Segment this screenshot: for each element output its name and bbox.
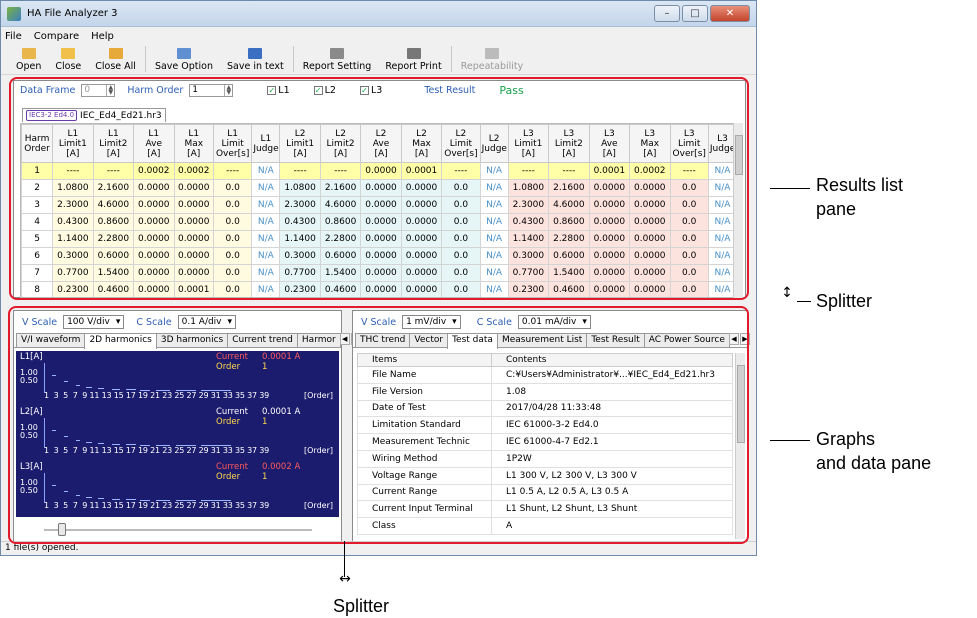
toolbar-separator (144, 46, 146, 72)
report-setting-button[interactable]: Report Setting (296, 48, 379, 72)
report-setting-icon (330, 48, 345, 59)
results-callout-label: Results list pane (816, 173, 903, 221)
save-in-text-button[interactable]: Save in text (220, 48, 291, 72)
maximize-button[interactable]: □ (682, 5, 708, 22)
graphs-callout-line2: and data pane (816, 453, 932, 473)
toolbar-label: Save Option (154, 61, 213, 72)
open-button[interactable]: Open (9, 48, 48, 72)
repeatability-icon (484, 48, 499, 59)
close-button[interactable]: Close (48, 48, 88, 72)
report-print-button[interactable]: Report Print (378, 48, 448, 72)
splitter-right-label: Splitter (816, 291, 873, 311)
folder-open-icon (21, 48, 36, 59)
results-pane-highlight (9, 77, 749, 300)
title-bar: HA File Analyzer 3 – □ ✕ (1, 1, 756, 27)
toolbar-label: Open (16, 61, 42, 72)
save-option-icon (176, 48, 191, 59)
tab-2d-harmonics[interactable]: 2D harmonics (84, 333, 157, 349)
folders-icon (108, 48, 123, 59)
horizontal-splitter-arrow-icon: ↔ (339, 571, 351, 587)
minimize-button[interactable]: – (654, 5, 680, 22)
printer-icon (406, 48, 421, 59)
toolbar-label: Close All (95, 61, 136, 72)
toolbar-separator (450, 46, 452, 72)
menu-compare[interactable]: Compare (34, 31, 79, 42)
splitter-bottom-label: Splitter (333, 596, 390, 616)
results-callout-line (770, 188, 810, 189)
results-callout-line2: pane (816, 199, 857, 219)
splitter-callout-line (797, 301, 811, 302)
window-title: HA File Analyzer 3 (27, 8, 118, 19)
tab-test-data[interactable]: Test data (447, 333, 498, 349)
toolbar-label: Report Print (385, 61, 442, 72)
toolbar-separator (292, 46, 294, 72)
graphs-callout-line (770, 440, 810, 441)
repeatability-button: Repeatability (454, 48, 531, 72)
results-callout-line1: Results list (816, 175, 904, 195)
close-button[interactable]: ✕ (710, 5, 750, 22)
app-icon (7, 6, 21, 21)
graphs-callout-label: Graphs and data pane (816, 427, 931, 475)
toolbar-label: Close (55, 61, 82, 72)
splitter-bottom-line (344, 541, 345, 577)
save-option-button[interactable]: Save Option (148, 48, 220, 72)
folder-icon (61, 48, 76, 59)
menu-bar: File Compare Help (1, 27, 756, 45)
toolbar-label: Save in text (227, 61, 284, 72)
graphs-callout-line1: Graphs (816, 429, 876, 449)
menu-file[interactable]: File (5, 31, 22, 42)
menu-help[interactable]: Help (91, 31, 114, 42)
vertical-splitter-arrow-icon: ↕ (781, 285, 793, 301)
toolbar-label: Report Setting (302, 61, 372, 72)
floppy-icon (248, 48, 263, 59)
close-all-button[interactable]: Close All (88, 48, 143, 72)
toolbar-label: Repeatability (460, 61, 524, 72)
toolbar: Open Close Close All Save Option Save in tex… (1, 45, 756, 75)
